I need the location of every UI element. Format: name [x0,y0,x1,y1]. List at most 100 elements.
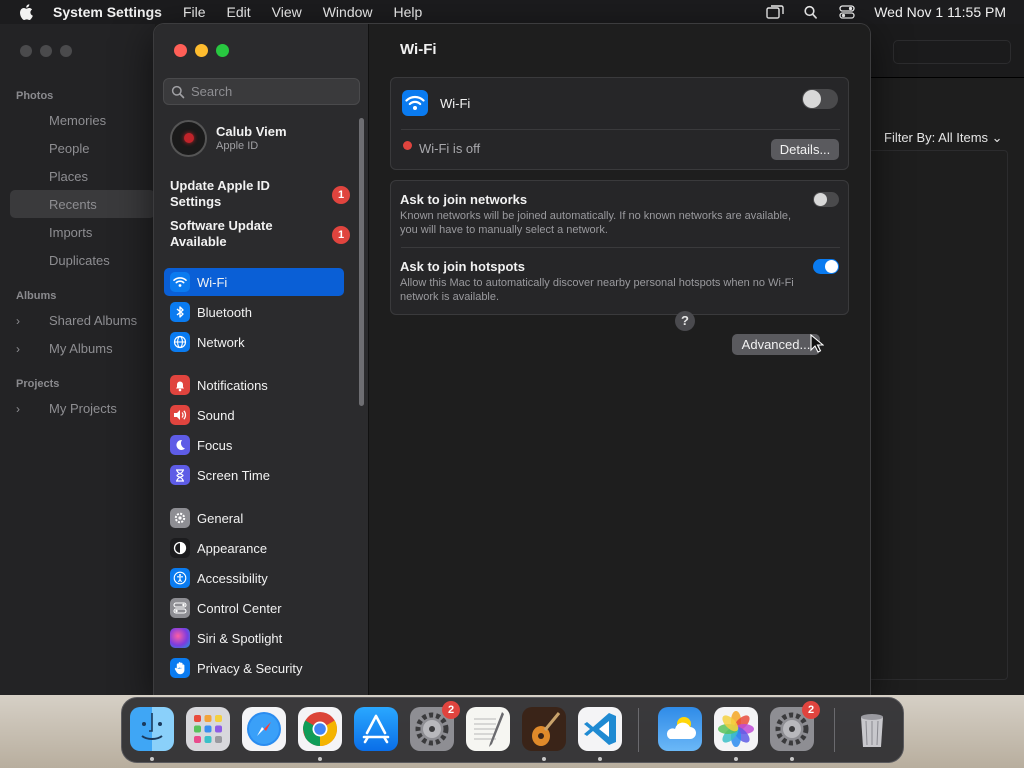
garageband-icon[interactable] [522,707,566,751]
photos-item-people[interactable]: People [49,141,89,156]
speaker-icon [170,405,190,425]
photos-toolbar-segment[interactable] [893,40,1011,64]
app-store-icon[interactable] [354,707,398,751]
join-hotspots-description: Allow this Mac to automatically discover… [400,277,794,303]
vscode-icon[interactable] [578,707,622,751]
textedit-icon[interactable] [466,707,510,751]
toggle-knob [803,90,821,108]
wifi-status-card: Wi-Fi Wi-Fi is off Details... [390,77,849,170]
sidebar-item-label: Appearance [197,540,268,556]
dock-separator [638,708,639,752]
spotlight-search-icon[interactable] [802,5,820,19]
menubar-clock[interactable]: Wed Nov 1 11:55 PM [874,4,1006,20]
sidebar-item-label: Focus [197,437,233,453]
photos-item-shared-albums[interactable]: Shared Albums [49,313,137,328]
sidebar-item-label: Siri & Spotlight [197,630,283,646]
minimize-button[interactable] [195,44,208,57]
sidebar-item-appearance[interactable]: Appearance [164,534,344,562]
sidebar-item-privacy-security[interactable]: Privacy & Security [164,654,344,682]
sidebar-item-notifications[interactable]: Notifications [164,371,344,399]
chrome-icon[interactable] [298,707,342,751]
photos-filter-menu[interactable]: Filter By: All Items ⌄ [884,130,1003,146]
photos-zoom-button[interactable] [60,45,72,57]
sidebar-item-wifi[interactable]: Wi-Fi [164,268,344,296]
sidebar-item-network[interactable]: Network [164,328,344,356]
close-button[interactable] [174,44,187,57]
appearance-icon [170,538,190,558]
dock-separator [834,708,835,752]
sidebar-item-focus[interactable]: Focus [164,431,344,459]
photos-close-button[interactable] [20,45,32,57]
hand-icon [170,658,190,678]
sidebar-item-screen-time[interactable]: Screen Time [164,461,344,489]
menu-app-name[interactable]: System Settings [53,4,162,20]
control-center-icon[interactable] [838,5,856,19]
window-controls [174,44,229,57]
photos-item-memories[interactable]: Memories [49,113,106,128]
sidebar-item-sound[interactable]: Sound [164,401,344,429]
advanced-button[interactable]: Advanced... [732,334,820,355]
photos-item-duplicates[interactable]: Duplicates [49,253,110,268]
sidebar-search[interactable] [163,78,360,105]
chevron-right-icon[interactable]: › [16,342,20,356]
menu-file[interactable]: File [183,4,206,20]
launchpad-icon[interactable] [186,707,230,751]
software-update-notice[interactable]: Software Update Available 1 [170,218,350,250]
details-button[interactable]: Details... [771,139,839,160]
menu-edit[interactable]: Edit [227,4,251,20]
notification-badge: 1 [332,186,350,204]
safari-icon[interactable] [242,707,286,751]
accessibility-icon [170,568,190,588]
sidebar-item-general[interactable]: General [164,504,344,532]
wifi-status-text: Wi-Fi is off [419,141,481,156]
join-networks-toggle[interactable] [813,192,839,207]
finder-icon[interactable] [130,707,174,751]
apple-id-profile[interactable]: Calub Viem Apple ID [170,118,350,158]
screen-mirroring-icon[interactable] [766,5,784,19]
trash-icon[interactable] [850,707,894,751]
dock: 2 2 [121,697,904,763]
settings-sidebar: Calub Viem Apple ID Update Apple ID Sett… [154,24,369,695]
photos-filter-label: Filter By: All Items [884,130,989,145]
join-options-card: Ask to join networks Known networks will… [390,180,849,315]
photos-item-my-albums[interactable]: My Albums [49,341,113,356]
help-button[interactable]: ? [675,311,695,331]
photos-window-controls [20,45,72,57]
toggle-knob [825,260,838,273]
notice-label: Update Apple ID Settings [170,178,270,209]
sidebar-item-bluetooth[interactable]: Bluetooth [164,298,344,326]
search-input[interactable] [191,84,351,99]
search-icon [171,85,185,98]
photos-item-places[interactable]: Places [49,169,88,184]
status-off-icon [403,141,412,150]
photos-content-area [868,150,1008,680]
wifi-icon [170,272,190,292]
menu-help[interactable]: Help [394,4,423,20]
photos-section-albums: Albums [16,290,57,302]
sidebar-item-label: Bluetooth [197,304,252,320]
update-apple-id-notice[interactable]: Update Apple ID Settings 1 [170,178,350,210]
chevron-right-icon[interactable]: › [16,402,20,416]
chevron-right-icon[interactable]: › [16,314,20,328]
wifi-icon [402,90,428,116]
apple-logo-icon[interactable] [19,4,33,20]
menu-window[interactable]: Window [323,4,373,20]
siri-icon [170,628,190,648]
menu-view[interactable]: View [272,4,302,20]
weather-icon[interactable] [658,707,702,751]
join-networks-title: Ask to join networks [400,192,528,207]
sidebar-item-siri-spotlight[interactable]: Siri & Spotlight [164,624,344,652]
photos-icon[interactable] [714,707,758,751]
zoom-button[interactable] [216,44,229,57]
sidebar-item-control-center[interactable]: Control Center [164,594,344,622]
photos-item-recents[interactable]: Recents [49,197,97,212]
control-center-icon [170,598,190,618]
sidebar-scrollbar[interactable] [359,118,364,406]
join-hotspots-toggle[interactable] [813,259,839,274]
gear-icon [170,508,190,528]
photos-minimize-button[interactable] [40,45,52,57]
photos-item-my-projects[interactable]: My Projects [49,401,117,416]
wifi-toggle[interactable] [802,89,838,109]
sidebar-item-accessibility[interactable]: Accessibility [164,564,344,592]
photos-item-imports[interactable]: Imports [49,225,92,240]
